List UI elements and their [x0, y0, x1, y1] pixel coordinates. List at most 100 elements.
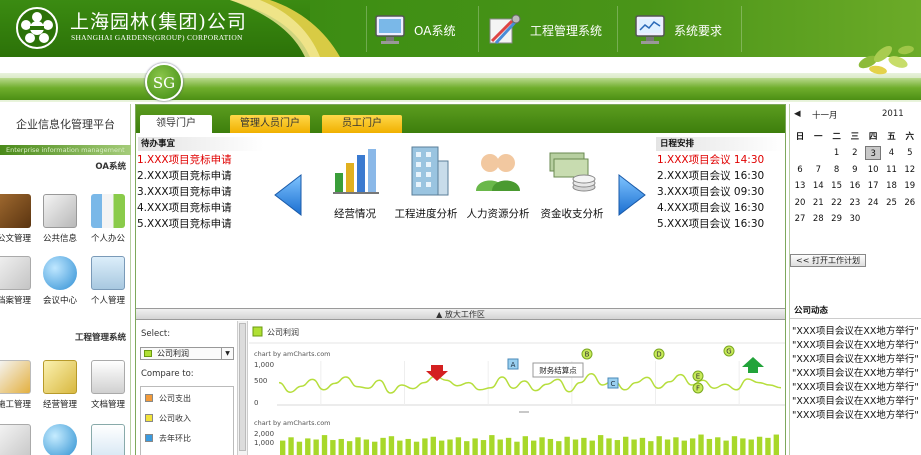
calendar-day[interactable]: 25	[884, 196, 900, 210]
calendar-day[interactable]: 18	[884, 179, 900, 193]
up-arrow-marker[interactable]	[742, 357, 764, 373]
tab-leader-portal[interactable]: 领导门户	[140, 115, 212, 133]
calendar-prev-icon[interactable]: ◀	[794, 109, 801, 119]
calendar-day[interactable]: 8	[829, 163, 845, 177]
callout-label[interactable]: 财务结算点	[539, 365, 577, 375]
calendar-day[interactable]: 3	[865, 146, 882, 160]
compare-item-income[interactable]: 公司收入	[145, 413, 191, 424]
news-item[interactable]: "XXX项目会议在XX地方举行"	[792, 351, 919, 365]
calendar-day[interactable]: 7	[810, 163, 826, 177]
volume-bar	[388, 436, 395, 455]
calendar-day[interactable]: 4	[884, 146, 900, 160]
books-icon	[91, 194, 125, 228]
nav-system-requirements[interactable]: 系统要求	[634, 10, 722, 50]
todo-item[interactable]: 4.XXX项目竞标申请	[137, 200, 232, 215]
func-business-status[interactable]: 经营情况	[320, 143, 390, 221]
legend-label: 公司利润	[267, 327, 299, 337]
event-marker-label[interactable]: E	[696, 373, 700, 381]
schedule-item[interactable]: 2.XXX项目会议 16:30	[657, 168, 764, 183]
calendar-day[interactable]: 2	[847, 146, 863, 160]
volume-bar	[321, 435, 328, 455]
event-marker-label[interactable]: F	[696, 385, 700, 393]
sidebar-item-personal-office[interactable]: 个人办公	[88, 194, 128, 244]
news-item[interactable]: "XXX项目会议在XX地方举行"	[792, 365, 919, 379]
news-item[interactable]: "XXX项目会议在XX地方举行"	[792, 337, 919, 351]
calendar-day[interactable]: 15	[829, 179, 845, 193]
sidebar-item-meeting-center[interactable]: 会议中心	[40, 256, 80, 306]
calendar-month[interactable]: 十一月	[812, 109, 838, 121]
calendar-day[interactable]: 16	[847, 179, 863, 193]
sidebar-item-doc-management[interactable]: 文档管理	[88, 360, 128, 410]
sidebar-item-more-1[interactable]	[0, 424, 34, 455]
news-item[interactable]: "XXX项目会议在XX地方举行"	[792, 379, 919, 393]
news-item[interactable]: "XXX项目会议在XX地方举行"	[792, 393, 919, 407]
schedule-item[interactable]: 3.XXX项目会议 09:30	[657, 184, 764, 199]
func-project-progress[interactable]: 工程进度分析	[391, 143, 461, 221]
calendar-day[interactable]: 27	[792, 212, 808, 226]
todo-item[interactable]: 3.XXX项目竞标申请	[137, 184, 232, 199]
sidebar-strip: Enterprise information management	[0, 145, 131, 155]
sidebar-item-more-3[interactable]	[88, 424, 128, 455]
event-marker-label[interactable]: G	[726, 348, 731, 356]
calendar-day[interactable]: 11	[884, 163, 900, 177]
nav-engineering-system[interactable]: 工程管理系统	[486, 10, 602, 50]
chart-scrollbar[interactable]	[238, 321, 248, 455]
calendar-day[interactable]: 26	[902, 196, 918, 210]
todo-item[interactable]: 5.XXX项目竞标申请	[137, 216, 232, 231]
calendar-day[interactable]: 5	[902, 146, 918, 160]
sidebar-item-construction[interactable]: 施工管理	[0, 360, 34, 410]
event-marker-label[interactable]: B	[585, 351, 590, 359]
scrollbar-thumb[interactable]	[239, 323, 246, 451]
y-tick-label: 500	[254, 377, 267, 385]
tab-manager-portal[interactable]: 管理人员门户	[230, 115, 310, 133]
news-item[interactable]: "XXX项目会议在XX地方举行"	[792, 407, 919, 421]
tab-staff-portal[interactable]: 员工门户	[322, 115, 402, 133]
down-arrow-marker[interactable]	[426, 365, 448, 381]
calendar-day[interactable]: 21	[810, 196, 826, 210]
calendar-day[interactable]: 22	[829, 196, 845, 210]
calendar-day[interactable]: 29	[829, 212, 845, 226]
calendar-day[interactable]: 14	[810, 179, 826, 193]
series-select[interactable]: 公司利润 ▼	[140, 347, 234, 360]
sg-badge-text: SG	[152, 74, 176, 92]
sidebar-item-personal-management[interactable]: 个人管理	[88, 256, 128, 306]
event-marker-label[interactable]: A	[511, 361, 516, 369]
sidebar-item-operations[interactable]: 经营管理	[40, 360, 80, 410]
carousel-prev-arrow[interactable]	[273, 173, 303, 217]
func-hr-analysis[interactable]: 人力资源分析	[463, 143, 533, 221]
sidebar-item-more-2[interactable]	[40, 424, 80, 455]
chart-splitter[interactable]	[519, 411, 529, 413]
calendar-day[interactable]: 23	[847, 196, 863, 210]
calendar-year[interactable]: 2011	[882, 109, 904, 119]
calendar-day[interactable]: 6	[792, 163, 808, 177]
calendar-day[interactable]: 13	[792, 179, 808, 193]
compare-item-yoy[interactable]: 去年环比	[145, 433, 191, 444]
schedule-item[interactable]: 4.XXX项目会议 16:30	[657, 200, 764, 215]
news-item[interactable]: "XXX项目会议在XX地方举行"	[792, 323, 919, 337]
calendar-day[interactable]: 19	[902, 179, 918, 193]
event-marker-label[interactable]: C	[611, 380, 616, 388]
compare-item-expense[interactable]: 公司支出	[145, 393, 191, 404]
sidebar-item-public-info[interactable]: 公共信息	[40, 194, 80, 244]
sidebar-item-documents[interactable]: 公文管理	[0, 194, 34, 244]
schedule-item[interactable]: 5.XXX项目会议 16:30	[657, 216, 764, 231]
expand-workspace-button[interactable]: ▲ 放大工作区	[136, 308, 785, 320]
nav-oa-system[interactable]: OA系统	[374, 10, 455, 50]
func-fund-analysis[interactable]: 资金收支分析	[537, 143, 607, 221]
calendar-day[interactable]: 9	[847, 163, 863, 177]
open-work-plan-button[interactable]: << 打开工作计划	[790, 254, 866, 267]
todo-item[interactable]: 2.XXX项目竞标申请	[137, 168, 232, 183]
calendar-day[interactable]: 12	[902, 163, 918, 177]
schedule-item[interactable]: 1.XXX项目会议 14:30	[657, 152, 764, 167]
calendar-day[interactable]: 17	[865, 179, 881, 193]
carousel-next-arrow[interactable]	[617, 173, 647, 217]
calendar-day[interactable]: 1	[829, 146, 845, 160]
calendar-day[interactable]: 30	[847, 212, 863, 226]
sidebar-item-archives[interactable]: 档案管理	[0, 256, 34, 306]
calendar-day[interactable]: 20	[792, 196, 808, 210]
todo-item[interactable]: 1.XXX项目竞标申请	[137, 152, 232, 167]
calendar-day[interactable]: 24	[865, 196, 881, 210]
calendar-day[interactable]: 28	[810, 212, 826, 226]
event-marker-label[interactable]: D	[656, 351, 661, 359]
calendar-day[interactable]: 10	[865, 163, 881, 177]
